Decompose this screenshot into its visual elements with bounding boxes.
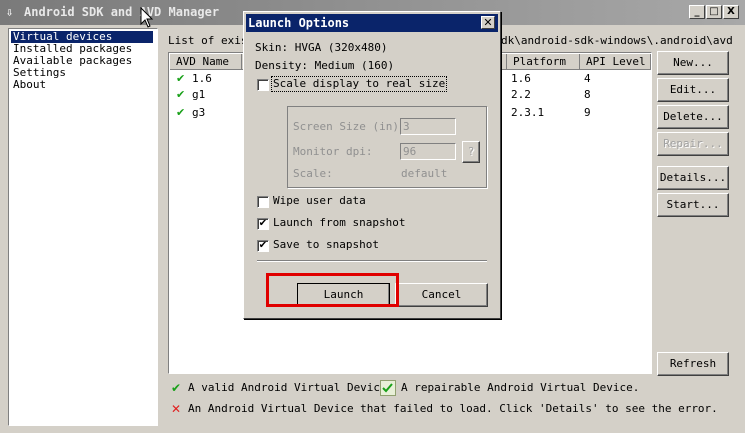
mouse-cursor-icon [140, 7, 154, 28]
valid-check-icon: ✔ [171, 381, 182, 395]
repair-avd-button[interactable]: Repair... [657, 132, 729, 156]
screen-size-label: Screen Size (in): [293, 120, 406, 133]
scale-display-checkbox[interactable] [257, 79, 269, 91]
platform-cell: 2.3.1 [511, 106, 545, 119]
monitor-dpi-input[interactable]: 96 [400, 143, 456, 160]
save-to-snapshot-checkbox[interactable]: ✔ [257, 240, 269, 252]
api-level-cell: 9 [584, 106, 591, 119]
column-header-api-level[interactable]: API Level [580, 54, 651, 70]
wipe-user-data-checkbox[interactable] [257, 196, 269, 208]
save-to-snapshot-label[interactable]: Save to snapshot [273, 238, 379, 252]
api-level-cell: 8 [584, 88, 591, 101]
sidebar-item-about[interactable]: About [11, 79, 48, 91]
launch-from-snapshot-checkbox[interactable]: ✔ [257, 218, 269, 230]
platform-cell: 1.6 [511, 72, 531, 85]
avd-name-cell: 1.6 [192, 72, 212, 85]
scale-label: Scale: [293, 167, 333, 180]
valid-check-icon: ✔ [176, 72, 186, 85]
legend-valid-text: A valid Android Virtual Device. [188, 381, 394, 394]
download-arrow-icon: ⇩ [6, 5, 14, 19]
legend-failed-text: An Android Virtual Device that failed to… [188, 402, 718, 415]
screen-size-input[interactable]: 3 [400, 118, 456, 135]
column-header-avd-name[interactable]: AVD Name [170, 54, 242, 70]
skin-label: Skin: HVGA (320x480) [255, 41, 388, 54]
wipe-user-data-label[interactable]: Wipe user data [273, 194, 366, 208]
sidebar: Virtual devices Installed packages Avail… [8, 28, 158, 426]
dialog-title: Launch Options [248, 16, 350, 30]
dialog-separator [257, 260, 487, 262]
api-level-cell: 4 [584, 72, 591, 85]
valid-check-icon: ✔ [176, 106, 186, 119]
window-title: Android SDK and AVD Manager [24, 5, 220, 19]
density-label: Density: Medium (160) [255, 59, 395, 72]
launch-from-snapshot-label[interactable]: Launch from snapshot [273, 216, 405, 230]
start-avd-button[interactable]: Start... [657, 193, 729, 217]
launch-highlight-box [266, 273, 399, 307]
minimize-button[interactable]: _ [689, 5, 705, 19]
dialog-titlebar[interactable]: Launch Options ✕ [246, 14, 498, 32]
cancel-button[interactable]: Cancel [395, 283, 488, 307]
platform-cell: 2.2 [511, 88, 531, 101]
refresh-button[interactable]: Refresh [657, 352, 729, 376]
dialog-close-icon[interactable]: ✕ [481, 16, 495, 29]
valid-check-icon: ✔ [176, 88, 186, 101]
column-header-platform[interactable]: Platform [507, 54, 580, 70]
new-avd-button[interactable]: New... [657, 51, 729, 75]
close-button[interactable]: X [723, 5, 739, 19]
maximize-button[interactable]: □ [706, 5, 722, 19]
avd-path-label-start: List of exis [168, 34, 248, 47]
scale-display-label[interactable]: Scale display to real size [270, 76, 448, 92]
scale-value: default [401, 167, 448, 180]
edit-avd-button[interactable]: Edit... [657, 78, 729, 102]
delete-avd-button[interactable]: Delete... [657, 105, 729, 129]
avd-name-cell: g1 [192, 88, 206, 101]
failed-x-icon: ✕ [171, 402, 182, 416]
legend-repairable-text: A repairable Android Virtual Device. [401, 381, 640, 394]
repairable-device-icon [380, 380, 396, 396]
details-avd-button[interactable]: Details... [657, 166, 729, 190]
avd-name-cell: g3 [192, 106, 206, 119]
monitor-dpi-label: Monitor dpi: [293, 145, 373, 158]
dpi-help-button[interactable]: ? [462, 141, 480, 163]
avd-path-label-end: dk\android-sdk-windows\.android\avd [501, 34, 733, 47]
